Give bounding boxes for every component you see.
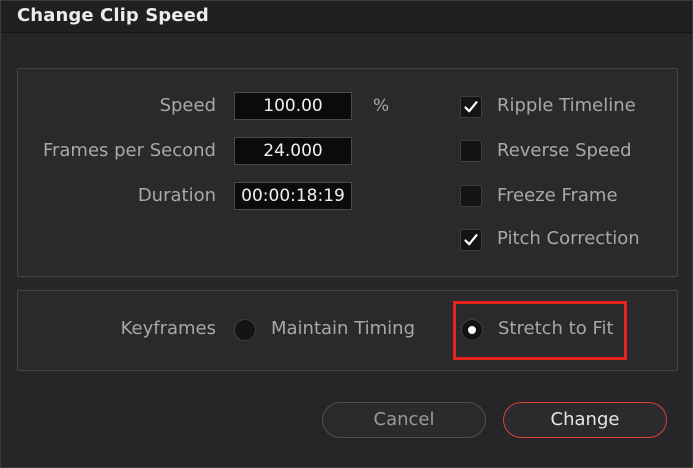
dialog-titlebar[interactable]: Change Clip Speed [1,1,692,33]
maintain-timing-label: Maintain Timing [271,318,415,339]
reverse-speed-checkbox[interactable] [460,140,482,162]
keyframes-label: Keyframes [120,318,216,339]
speed-label: Speed [159,95,216,116]
ripple-timeline-label: Ripple Timeline [497,95,636,116]
fps-label: Frames per Second [42,140,216,161]
change-button[interactable]: Change [503,402,667,438]
pitch-correction-label: Pitch Correction [497,228,640,249]
checkmark-icon [464,234,478,246]
change-clip-speed-dialog: Change Clip Speed Speed 100.00 % Frames … [0,0,693,468]
pitch-correction-checkbox[interactable] [460,229,482,251]
ripple-timeline-checkbox[interactable] [460,96,482,118]
speed-unit-label: % [373,96,390,116]
stretch-to-fit-highlight-box [453,301,627,360]
reverse-speed-label: Reverse Speed [497,140,632,161]
dialog-title: Change Clip Speed [17,5,209,26]
cancel-button[interactable]: Cancel [322,402,486,438]
maintain-timing-radio[interactable] [234,319,256,341]
freeze-frame-label: Freeze Frame [497,185,618,206]
duration-input[interactable]: 00:00:18:19 [234,182,352,210]
freeze-frame-checkbox[interactable] [460,185,482,207]
speed-input[interactable]: 100.00 [234,92,352,120]
fps-input[interactable]: 24.000 [234,137,352,165]
duration-label: Duration [137,185,216,206]
checkmark-icon [464,101,478,113]
